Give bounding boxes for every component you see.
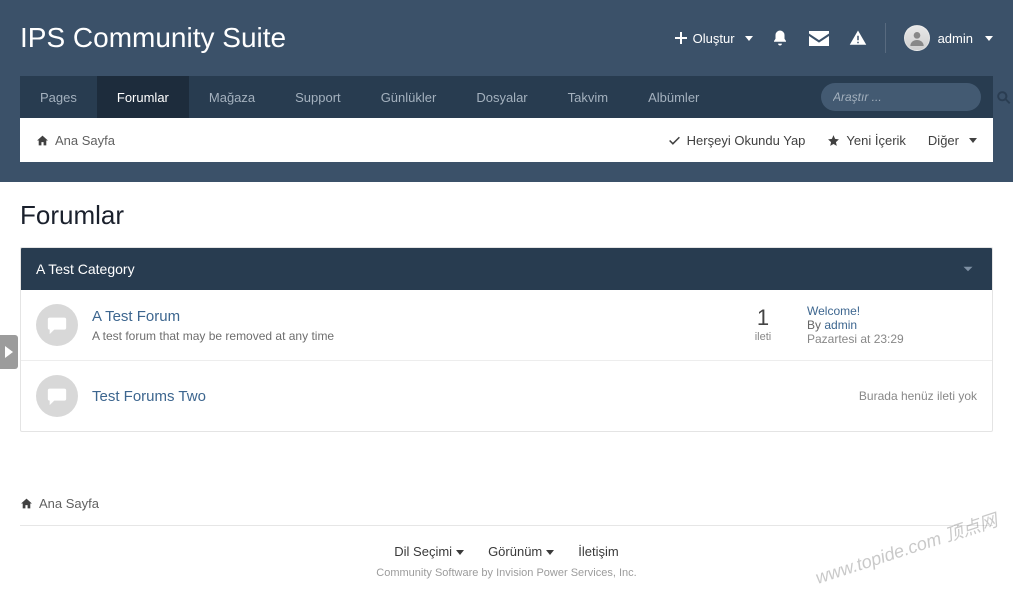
- check-icon: [668, 134, 681, 147]
- last-post-author[interactable]: admin: [824, 318, 857, 332]
- more-label: Diğer: [928, 133, 959, 148]
- user-menu[interactable]: admin: [904, 25, 993, 51]
- messages-icon[interactable]: [809, 31, 829, 46]
- nav-pages[interactable]: Pages: [20, 76, 97, 118]
- language-select[interactable]: Dil Seçimi: [394, 544, 464, 559]
- home-icon: [20, 497, 33, 510]
- nav-albumler[interactable]: Albümler: [628, 76, 719, 118]
- last-post-title[interactable]: Welcome!: [807, 304, 860, 318]
- last-post-time: Pazartesi at 23:29: [807, 332, 977, 346]
- main-content: Forumlar A Test Category A Test Forum A …: [0, 200, 1013, 601]
- divider: [885, 23, 886, 53]
- nav-wrap: Pages Forumlar Mağaza Support Günlükler …: [0, 76, 1013, 118]
- forum-description: A test forum that may be removed at any …: [92, 329, 719, 343]
- forum-last-post: Welcome! By admin Pazartesi at 23:29: [807, 304, 977, 346]
- main-nav: Pages Forumlar Mağaza Support Günlükler …: [20, 76, 993, 118]
- site-title[interactable]: IPS Community Suite: [20, 22, 286, 54]
- posts-label: ileti: [733, 331, 793, 343]
- forum-title-link[interactable]: A Test Forum: [92, 308, 180, 325]
- header-icons: [771, 29, 867, 47]
- bottom-breadcrumb: Ana Sayfa: [20, 482, 993, 526]
- breadcrumb-home-label: Ana Sayfa: [39, 496, 99, 511]
- nav-dosyalar[interactable]: Dosyalar: [456, 76, 547, 118]
- forum-category: A Test Category A Test Forum A test foru…: [20, 247, 993, 432]
- contact-link[interactable]: İletişim: [578, 544, 618, 559]
- plus-icon: [675, 32, 687, 44]
- by-prefix: By: [807, 318, 821, 332]
- nav-gunlukler[interactable]: Günlükler: [361, 76, 457, 118]
- view-select[interactable]: Görünüm: [488, 544, 554, 559]
- avatar: [904, 25, 930, 51]
- chevron-down-icon[interactable]: [959, 260, 977, 278]
- new-content-label: Yeni İçerik: [846, 133, 906, 148]
- breadcrumb-home[interactable]: Ana Sayfa: [36, 133, 115, 148]
- side-drawer-toggle[interactable]: [0, 335, 18, 369]
- mark-read-label: Herşeyi Okundu Yap: [687, 133, 806, 148]
- category-header[interactable]: A Test Category: [21, 248, 992, 290]
- page-title: Forumlar: [20, 200, 993, 231]
- tools-row: Ana Sayfa Herşeyi Okundu Yap Yeni İçerik…: [20, 118, 993, 162]
- notifications-icon[interactable]: [771, 29, 789, 47]
- forum-row: A Test Forum A test forum that may be re…: [21, 290, 992, 361]
- home-icon: [36, 134, 49, 147]
- nav-support[interactable]: Support: [275, 76, 361, 118]
- forum-stats: 1 ileti: [733, 307, 793, 343]
- forum-main: A Test Forum A test forum that may be re…: [92, 308, 719, 343]
- nav-forumlar[interactable]: Forumlar: [97, 76, 189, 118]
- nav-magaza[interactable]: Mağaza: [189, 76, 275, 118]
- star-icon: [827, 134, 840, 147]
- search-icon[interactable]: [996, 90, 1011, 105]
- search-box[interactable]: [821, 83, 981, 111]
- more-dropdown[interactable]: Diğer: [928, 133, 977, 148]
- nav-takvim[interactable]: Takvim: [548, 76, 628, 118]
- search-input[interactable]: [833, 90, 990, 104]
- forum-row: Test Forums Two Burada henüz ileti yok: [21, 361, 992, 431]
- header-right: Oluştur admin: [675, 23, 993, 53]
- alerts-icon[interactable]: [849, 29, 867, 47]
- forum-title-link[interactable]: Test Forums Two: [92, 388, 206, 405]
- footer-links: Dil Seçimi Görünüm İletişim: [20, 544, 993, 559]
- tools-wrap: Ana Sayfa Herşeyi Okundu Yap Yeni İçerik…: [0, 118, 1013, 182]
- new-content[interactable]: Yeni İçerik: [827, 133, 906, 148]
- last-post-by: By admin: [807, 318, 977, 332]
- posts-count: 1: [733, 307, 793, 329]
- user-name: admin: [938, 31, 973, 46]
- chevron-right-icon: [5, 346, 13, 358]
- empty-state-text: Burada henüz ileti yok: [859, 389, 977, 403]
- breadcrumb-home-label: Ana Sayfa: [55, 133, 115, 148]
- speech-bubble-icon: [36, 375, 78, 417]
- speech-bubble-icon: [36, 304, 78, 346]
- breadcrumb-home-bottom[interactable]: Ana Sayfa: [20, 496, 993, 511]
- footer-copyright: Community Software by Invision Power Ser…: [20, 567, 993, 579]
- forum-main: Test Forums Two: [92, 388, 845, 405]
- create-button[interactable]: Oluştur: [675, 31, 753, 46]
- category-title: A Test Category: [36, 261, 135, 277]
- create-label: Oluştur: [693, 31, 735, 46]
- footer: Dil Seçimi Görünüm İletişim Community So…: [20, 526, 993, 601]
- header-bar: IPS Community Suite Oluştur admin: [0, 0, 1013, 76]
- mark-all-read[interactable]: Herşeyi Okundu Yap: [668, 133, 806, 148]
- tools-right: Herşeyi Okundu Yap Yeni İçerik Diğer: [668, 133, 977, 148]
